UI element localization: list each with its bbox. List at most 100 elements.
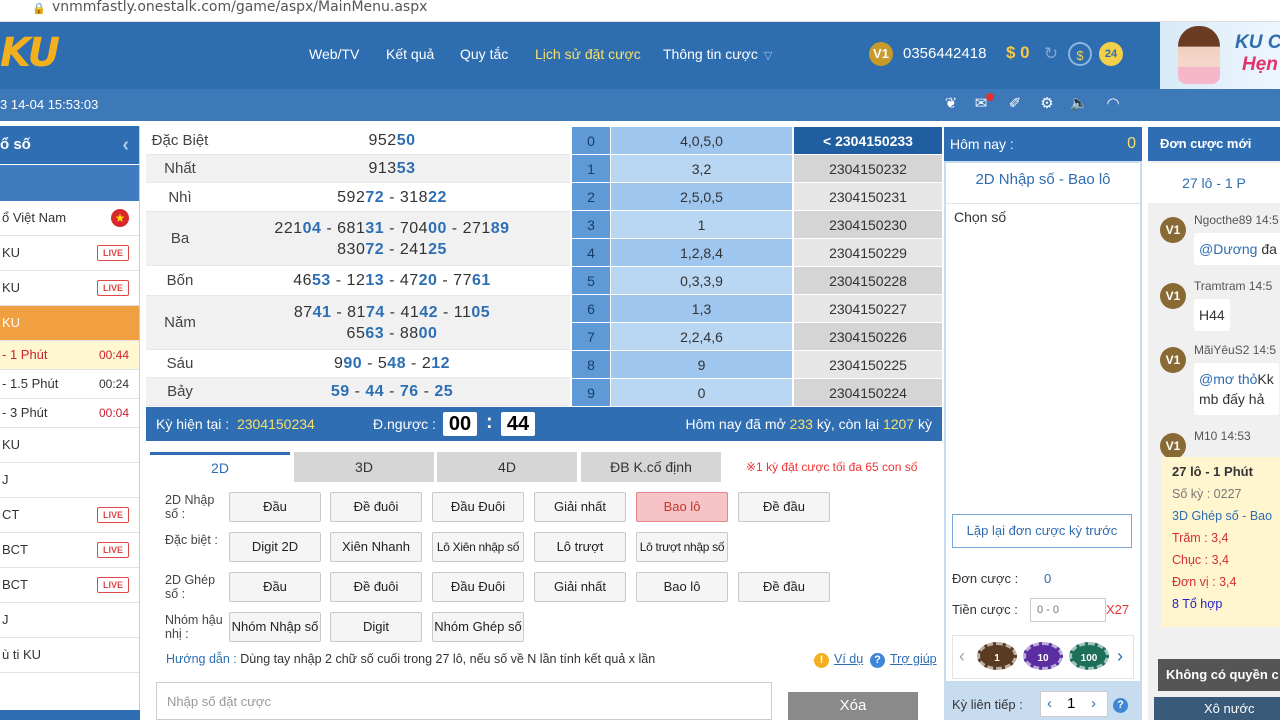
chevron-left-icon[interactable]: ‹ — [1047, 695, 1052, 712]
support-24-icon[interactable]: 24 — [1099, 42, 1123, 66]
chip-10[interactable]: 10 — [1023, 642, 1063, 670]
draw-item[interactable]: 2304150227 — [794, 295, 942, 323]
bet-type-button[interactable]: Nhóm Ghép số — [432, 612, 524, 642]
bet-type-button[interactable]: Giải nhất — [534, 492, 626, 522]
tab-2d[interactable]: 2D — [150, 452, 290, 482]
chevron-right-icon[interactable]: › — [1091, 695, 1096, 712]
amount-input[interactable] — [1030, 598, 1106, 622]
sidebar-item-ku-active[interactable]: KU — [0, 306, 139, 341]
bet-type-button[interactable]: Digit 2D — [229, 532, 321, 562]
clear-button[interactable]: Xóa — [788, 692, 918, 720]
url-text[interactable]: vnmmfastly.onestalk.com/game/aspx/MainMe… — [52, 0, 427, 14]
bet-type-button[interactable]: Đầu Đuôi — [432, 572, 524, 602]
sidebar-subitem-3-phut[interactable]: - 3 Phút 00:04 — [0, 399, 139, 428]
sidebar-item-ku-live-1[interactable]: KU LIVE — [0, 236, 139, 271]
nav-bet-history[interactable]: Lịch sử đặt cược — [535, 46, 641, 62]
repeat-last-bet-button[interactable]: Lặp lại đơn cược kỳ trước — [952, 514, 1132, 548]
bet-type-button[interactable]: Đề đầu — [738, 572, 830, 602]
bet-type-button[interactable]: Đầu Đuôi — [432, 492, 524, 522]
nav-bet-info[interactable]: Thông tin cược ▽ — [663, 46, 772, 62]
amount-label: Tiền cược : — [952, 602, 1018, 617]
tools-icon[interactable]: ✐ — [1004, 93, 1026, 115]
chevron-left-icon[interactable]: ‹ — [122, 126, 129, 164]
bet-type-button[interactable]: Lô Xiên nhập số — [432, 532, 524, 562]
chevron-down-icon: ▽ — [763, 50, 773, 62]
nav-rules[interactable]: Quy tắc — [460, 46, 508, 62]
number-prefix: 592 — [337, 188, 366, 206]
bet-type-button[interactable]: Đầu — [229, 492, 321, 522]
nav-web-tv[interactable]: Web/TV — [309, 46, 359, 62]
favorites-icon[interactable]: ❦ — [940, 93, 962, 115]
deposit-icon[interactable]: $ — [1068, 42, 1092, 66]
draw-item[interactable]: 2304150230 — [794, 211, 942, 239]
loto-row: 1 3,2 — [572, 155, 792, 183]
bet-type-button[interactable]: Xiên Nhanh — [330, 532, 422, 562]
bet-number-input[interactable] — [156, 682, 772, 720]
sidebar-item-bct-live-2[interactable]: BCT LIVE — [0, 568, 139, 603]
sidebar-item-bct-live-1[interactable]: BCT LIVE — [0, 533, 139, 568]
draw-item[interactable]: < 2304150233 — [794, 127, 942, 155]
sidebar-subitem-1-phut[interactable]: - 1 Phút 00:44 — [0, 341, 139, 370]
wifi-icon[interactable]: ◠ — [1102, 93, 1124, 115]
bet-type-button[interactable]: Bao lô — [636, 492, 728, 522]
info-icon[interactable]: ! — [814, 653, 829, 668]
draw-item[interactable]: 2304150224 — [794, 379, 942, 407]
draw-item[interactable]: 2304150231 — [794, 183, 942, 211]
game-link-bar[interactable]: Xô nước — [1154, 697, 1280, 720]
refresh-icon[interactable]: ↻ — [1039, 42, 1063, 66]
logo[interactable]: KU — [0, 30, 60, 76]
sidebar-item-ku-2[interactable]: KU — [0, 428, 139, 463]
feed-game-title[interactable]: 27 lô - 1 P — [1148, 163, 1280, 203]
bet-type-button[interactable]: Đề đuôi — [330, 572, 422, 602]
sidebar-category-bar[interactable] — [0, 164, 139, 201]
shared-bet-card[interactable]: 27 lô - 1 Phút Số kỳ : 0227 3D Ghép số -… — [1162, 457, 1280, 627]
help-link[interactable]: Trợ giúp — [890, 652, 937, 666]
help-icon[interactable]: ? — [870, 653, 885, 668]
bet-type-button[interactable]: Bao lô — [636, 572, 728, 602]
example-link[interactable]: Ví dụ — [834, 652, 863, 666]
sidebar-item-j[interactable]: J — [0, 463, 139, 498]
bet-type-button[interactable]: Đề đuôi — [330, 492, 422, 522]
sidebar-item-vietnam[interactable]: ổ Việt Nam ★ — [0, 201, 139, 236]
streak-stepper[interactable]: ‹ 1 › — [1040, 691, 1108, 717]
sidebar-item-ct-live[interactable]: CT LIVE — [0, 498, 139, 533]
draw-item[interactable]: 2304150225 — [794, 351, 942, 379]
help-icon[interactable]: ? — [1113, 698, 1128, 713]
draw-item[interactable]: 2304150232 — [794, 155, 942, 183]
bet-type-button[interactable]: Giải nhất — [534, 572, 626, 602]
tab-db-fixed[interactable]: ĐB K.cố định — [581, 452, 721, 482]
mention[interactable]: @mơ thỏ — [1199, 371, 1257, 387]
tab-3d[interactable]: 3D — [294, 452, 434, 482]
sidebar-item-ku-ti[interactable]: ù ti KU — [0, 638, 139, 673]
sidebar-subitem-1-5-phut[interactable]: - 1.5 Phút 00:24 — [0, 370, 139, 399]
tab-4d[interactable]: 4D — [437, 452, 577, 482]
bet-type-button[interactable]: Digit — [330, 612, 422, 642]
promo-banner[interactable]: KU C Hẹn — [1160, 22, 1280, 89]
mention[interactable]: @Dương — [1199, 241, 1257, 257]
bet-type-button[interactable]: Đầu — [229, 572, 321, 602]
draw-item[interactable]: 2304150226 — [794, 323, 942, 351]
browser-address-bar[interactable]: 🔒 vnmmfastly.onestalk.com/game/aspx/Main… — [0, 0, 1280, 22]
draw-item[interactable]: 2304150229 — [794, 239, 942, 267]
chip-1[interactable]: 1 — [977, 642, 1017, 670]
number-prefix: 952 — [368, 132, 397, 149]
speaker-icon[interactable]: 🔈 — [1068, 93, 1090, 115]
nav-results[interactable]: Kết quả — [386, 46, 434, 62]
card-hundreds: Trăm : 3,4 — [1172, 531, 1229, 545]
chevron-right-icon[interactable]: › — [1117, 646, 1123, 667]
result-row: Bốn 4653 - 1213 - 4720 - 7761 — [146, 266, 570, 296]
number-last-two: 05 — [471, 303, 491, 321]
sidebar-item-j-2[interactable]: J — [0, 603, 139, 638]
gear-icon[interactable]: ⚙ — [1036, 93, 1058, 115]
number-last-two: 31 — [365, 219, 385, 237]
streak-value[interactable]: 1 — [1067, 695, 1075, 712]
separator: - — [438, 303, 454, 321]
chip-100[interactable]: 100 — [1069, 642, 1109, 670]
bet-type-button[interactable]: Đề đầu — [738, 492, 830, 522]
bet-type-button[interactable]: Nhóm Nhập số — [229, 612, 321, 642]
chevron-left-icon[interactable]: ‹ — [959, 646, 965, 667]
bet-type-button[interactable]: Lô trượt nhập số — [636, 532, 728, 562]
draw-item[interactable]: 2304150228 — [794, 267, 942, 295]
bet-type-button[interactable]: Lô trượt — [534, 532, 626, 562]
sidebar-item-ku-live-2[interactable]: KU LIVE — [0, 271, 139, 306]
